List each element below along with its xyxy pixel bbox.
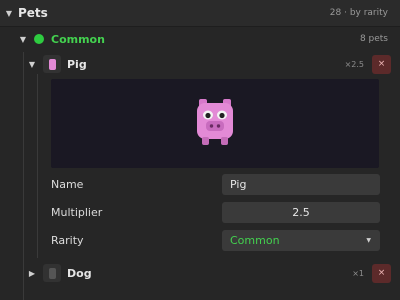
panel-title: Pets xyxy=(18,6,48,20)
group-label: Common xyxy=(51,32,105,46)
pet-count: ×2.5 xyxy=(344,59,364,69)
pig-sprite xyxy=(197,99,233,145)
caret-down-icon[interactable]: ▼ xyxy=(27,60,37,69)
group-count: 8 pets xyxy=(359,34,388,44)
remove-pet-button[interactable]: × xyxy=(372,263,391,283)
pet-count: ×1 xyxy=(352,268,364,278)
caret-right-icon[interactable]: ▶ xyxy=(27,269,37,278)
remove-pet-button[interactable]: × xyxy=(372,54,391,74)
rarity-value: Common xyxy=(230,233,280,247)
name-label: Name xyxy=(51,177,84,191)
dog-thumbnail-icon xyxy=(43,264,61,282)
rarity-label: Rarity xyxy=(51,233,84,247)
pet-preview xyxy=(51,79,379,168)
pet-row-dog[interactable]: ▶ Dog ×1 × xyxy=(0,260,400,286)
group-common[interactable]: ▼ Common 8 pets xyxy=(0,28,400,50)
rarity-field: Rarity Common ▼ xyxy=(51,229,380,251)
pets-panel-header[interactable]: ▼ Pets 28 · by rarity xyxy=(0,0,400,27)
multiplier-input[interactable]: 2.5 xyxy=(222,201,380,223)
tree-guide-line xyxy=(37,74,38,258)
status-dot-icon xyxy=(34,34,44,44)
multiplier-field: Multiplier 2.5 xyxy=(51,201,380,223)
multiplier-label: Multiplier xyxy=(51,205,103,219)
name-input[interactable]: Pig xyxy=(222,173,380,195)
panel-meta: 28 · by rarity xyxy=(329,8,388,18)
name-field: Name Pig xyxy=(51,173,380,195)
pet-name: Dog xyxy=(67,266,92,280)
chevron-down-icon: ▼ xyxy=(366,236,371,244)
pig-thumbnail-icon xyxy=(43,55,61,73)
caret-down-icon[interactable]: ▼ xyxy=(4,9,14,18)
pet-row-pig[interactable]: ▼ Pig ×2.5 × xyxy=(0,51,400,77)
caret-down-icon[interactable]: ▼ xyxy=(18,35,28,44)
rarity-select[interactable]: Common ▼ xyxy=(222,229,380,251)
pet-name: Pig xyxy=(67,57,87,71)
